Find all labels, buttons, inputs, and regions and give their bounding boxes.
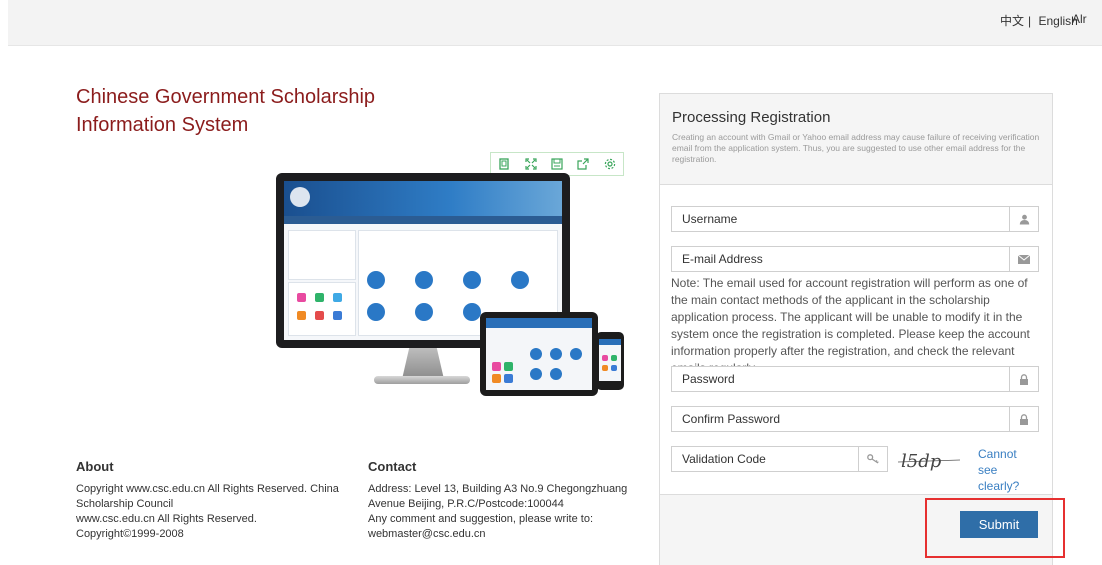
save-icon[interactable] bbox=[550, 157, 564, 171]
phone-image bbox=[596, 332, 624, 390]
lang-chinese-link[interactable]: 中文 bbox=[1000, 14, 1024, 28]
site-title-line2: Information System bbox=[76, 114, 249, 136]
csc-logo-icon bbox=[290, 187, 310, 207]
captcha-image[interactable]: l5dp bbox=[898, 450, 960, 472]
lock-icon bbox=[1009, 407, 1038, 431]
confirm-password-input[interactable] bbox=[672, 407, 1010, 431]
validation-code-field bbox=[671, 446, 888, 472]
tablet-image bbox=[480, 312, 598, 396]
password-field bbox=[671, 366, 1039, 392]
confirm-password-field bbox=[671, 406, 1039, 432]
lang-separator: | bbox=[1028, 14, 1032, 28]
language-switcher: 中文 | English bbox=[1000, 12, 1082, 29]
refresh-captcha-link[interactable]: Cannot see clearly? bbox=[978, 446, 1038, 494]
password-input[interactable] bbox=[672, 367, 1010, 391]
registration-title: Processing Registration bbox=[672, 109, 831, 126]
site-title-line1: Chinese Government Scholarship bbox=[76, 86, 376, 108]
svg-text:l5dp: l5dp bbox=[901, 451, 942, 472]
top-bar bbox=[8, 0, 1102, 46]
email-input[interactable] bbox=[672, 247, 1010, 271]
webmaster-email-link[interactable]: webmaster@csc.edu.cn bbox=[368, 527, 648, 542]
registration-panel: Processing Registration Creating an acco… bbox=[659, 93, 1053, 565]
submit-highlight-box bbox=[925, 498, 1065, 558]
envelope-icon bbox=[1009, 247, 1038, 271]
email-field bbox=[671, 246, 1039, 272]
username-field bbox=[671, 206, 1039, 232]
contact-text: Address: Level 13, Building A3 No.9 Cheg… bbox=[368, 482, 648, 542]
about-heading: About bbox=[76, 459, 114, 474]
fullscreen-icon[interactable] bbox=[524, 157, 538, 171]
validation-code-input[interactable] bbox=[672, 447, 860, 471]
user-icon bbox=[1009, 207, 1038, 231]
contact-heading: Contact bbox=[368, 459, 417, 474]
email-usage-note: Note: The email used for account registr… bbox=[671, 276, 1030, 375]
registration-email-warning: Creating an account with Gmail or Yahoo … bbox=[672, 132, 1040, 164]
already-registered-link[interactable]: Alr bbox=[1072, 12, 1087, 26]
share-icon[interactable] bbox=[576, 157, 590, 171]
lock-icon bbox=[1009, 367, 1038, 391]
registration-header: Processing Registration Creating an acco… bbox=[660, 94, 1052, 185]
about-text: Copyright www.csc.edu.cn All Rights Rese… bbox=[76, 483, 339, 540]
settings-icon[interactable] bbox=[603, 157, 617, 171]
site-title: Chinese Government Scholarship Informati… bbox=[76, 83, 416, 139]
username-input[interactable] bbox=[672, 207, 1010, 231]
copy-icon[interactable] bbox=[497, 157, 511, 171]
key-icon bbox=[858, 447, 887, 471]
